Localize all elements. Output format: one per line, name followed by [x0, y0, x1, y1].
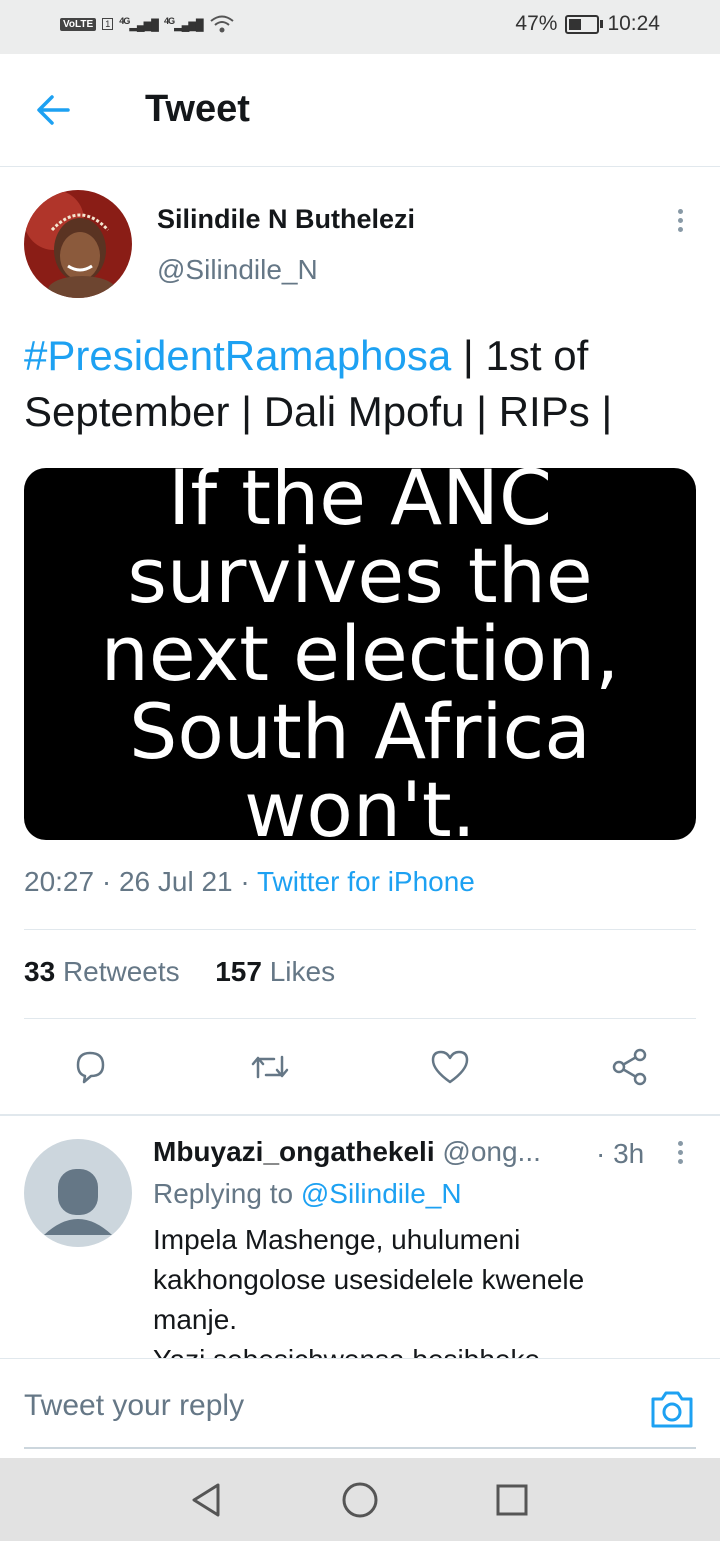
likes-stat[interactable]: 157 Likes [215, 956, 335, 987]
system-nav-bar [0, 1458, 720, 1541]
tweet-meta: 20:27 · 26 Jul 21 · Twitter for iPhone [24, 866, 475, 897]
camera-button[interactable] [648, 1387, 696, 1431]
reply-composer [0, 1358, 720, 1459]
battery-percent: 47% [515, 12, 558, 35]
retweets-label: Retweets [62, 956, 180, 987]
share-button[interactable] [600, 1037, 660, 1097]
more-icon [677, 1140, 683, 1146]
reply-avatar[interactable] [24, 1139, 132, 1247]
author-handle[interactable]: @Silindile_N [157, 254, 318, 286]
retweet-button[interactable] [240, 1037, 300, 1097]
author-name[interactable]: Silindile N Buthelezi [157, 204, 415, 235]
battery-icon [565, 14, 604, 34]
retweets-stat[interactable]: 33 Retweets [24, 956, 180, 987]
tweet-time: 20:27 [24, 866, 95, 897]
divider [24, 929, 696, 930]
hashtag-link[interactable]: #PresidentRamaphosa [24, 332, 451, 379]
signal-icon-2: 4G▂▄▆█ [163, 16, 204, 32]
reply-input[interactable] [24, 1389, 624, 1423]
tweet-stats: 33 Retweets 157 Likes [24, 956, 335, 988]
status-left: VoLTE 1 4G▂▄▆█ 4G▂▄▆█ [60, 14, 235, 34]
share-icon [612, 1048, 647, 1086]
tweet-source[interactable]: Twitter for iPhone [257, 866, 475, 897]
likes-label: Likes [269, 956, 336, 987]
nav-home-icon [342, 1482, 378, 1518]
status-bar: VoLTE 1 4G▂▄▆█ 4G▂▄▆█ 47% 10:24 [0, 0, 720, 54]
retweet-icon [251, 1055, 289, 1079]
back-arrow-icon [37, 95, 70, 125]
nav-recents-icon [496, 1484, 528, 1516]
reply-author-name[interactable]: Mbuyazi_ongathekeli [153, 1136, 435, 1167]
section-separator [0, 1114, 720, 1116]
page-title: Tweet [145, 88, 250, 130]
nav-back-icon [192, 1483, 220, 1517]
reply-age: · 3h [596, 1138, 645, 1169]
reply-header: Mbuyazi_ongathekeli @ong... [153, 1136, 541, 1168]
composer-underline [24, 1447, 696, 1449]
likes-count: 157 [215, 956, 262, 987]
tweet-date: 26 Jul 21 [118, 866, 233, 897]
clock: 10:24 [607, 12, 660, 35]
divider [24, 1018, 696, 1019]
tweet-text: #PresidentRamaphosa | 1st of September |… [24, 328, 694, 440]
nav-back-button[interactable] [176, 1470, 236, 1530]
replying-to-handle[interactable]: @Silindile_N [301, 1178, 462, 1209]
tweet-more-button[interactable] [668, 200, 692, 240]
author-avatar[interactable] [24, 190, 132, 298]
reply-more-button[interactable] [668, 1132, 692, 1172]
retweets-count: 33 [24, 956, 56, 987]
wifi-icon [210, 15, 234, 33]
reply-text: Impela Mashenge, uhulumeni kakhongolose … [153, 1220, 673, 1380]
more-icon [677, 208, 683, 214]
reply-button[interactable] [60, 1037, 120, 1097]
like-button[interactable] [420, 1037, 480, 1097]
tweet-image[interactable]: If the ANC survives the next election, S… [24, 459, 696, 849]
reply-author-handle[interactable]: @ong... [442, 1136, 540, 1167]
tweet-image-text: If the ANC survives the next election, S… [100, 453, 620, 854]
replying-to: Replying to @Silindile_N [153, 1178, 462, 1210]
default-avatar-icon [44, 1169, 112, 1235]
like-icon [431, 1050, 469, 1084]
nav-recents-button[interactable] [482, 1470, 542, 1530]
author-avatar-image [24, 190, 132, 298]
reply-icon [76, 1051, 105, 1084]
header: Tweet [0, 54, 720, 167]
reply-text-line: Impela Mashenge, uhulumeni kakhongolose … [153, 1224, 585, 1335]
signal-icon-1: 4G▂▄▆█ [119, 16, 159, 32]
back-button[interactable] [32, 92, 76, 128]
sim-indicator: 1 [102, 18, 114, 30]
nav-home-button[interactable] [330, 1470, 390, 1530]
volte-indicator: VoLTE [60, 17, 97, 31]
replying-to-prefix: Replying to [153, 1178, 294, 1209]
camera-icon [651, 1391, 693, 1428]
status-right: 47% 10:24 [515, 12, 660, 36]
